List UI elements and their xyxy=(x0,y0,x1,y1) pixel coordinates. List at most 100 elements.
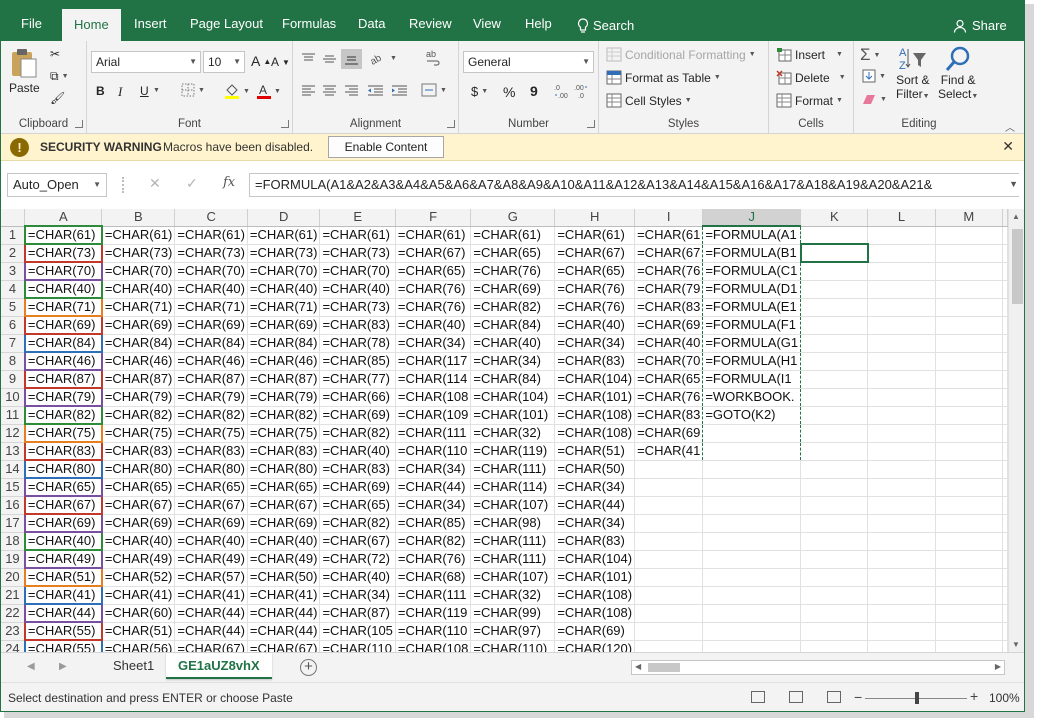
cell-extra[interactable] xyxy=(1002,298,1008,317)
cell-k11[interactable] xyxy=(800,406,869,425)
cell-b6[interactable]: =CHAR(69) xyxy=(101,316,176,335)
cell-c7[interactable]: =CHAR(84) xyxy=(174,334,248,353)
increase-indent-icon[interactable] xyxy=(391,85,408,97)
cell-k9[interactable] xyxy=(800,370,869,389)
delete-cells-button[interactable]: Delete ▼ xyxy=(776,70,846,85)
cell-h9[interactable]: =CHAR(104) xyxy=(554,370,636,389)
cell-k15[interactable] xyxy=(800,478,869,497)
cell-e21[interactable]: =CHAR(34) xyxy=(319,586,396,605)
tell-me-search[interactable]: Search xyxy=(577,11,634,41)
cell-h21[interactable]: =CHAR(108) xyxy=(554,586,636,605)
cell-j9[interactable]: =FORMULA(I1 xyxy=(702,370,802,389)
row-header[interactable]: 14 xyxy=(1,460,26,479)
cell-d24[interactable]: =CHAR(67) xyxy=(247,640,321,652)
scroll-up-icon[interactable]: ▲ xyxy=(1012,212,1020,221)
cell-m20[interactable] xyxy=(935,568,1004,587)
row-header[interactable]: 6 xyxy=(1,316,26,335)
cell-c13[interactable]: =CHAR(83) xyxy=(174,442,248,461)
cell-i1[interactable]: =CHAR(61 xyxy=(634,226,704,245)
cell-h4[interactable]: =CHAR(76) xyxy=(554,280,636,299)
cell-a14[interactable]: =CHAR(80) xyxy=(23,459,103,479)
cell-k13[interactable] xyxy=(800,442,869,461)
cell-c24[interactable]: =CHAR(67) xyxy=(174,640,248,652)
cell-e7[interactable]: =CHAR(78) xyxy=(319,334,396,353)
zoom-level[interactable]: 100% xyxy=(989,691,1020,705)
cell-g23[interactable]: =CHAR(97) xyxy=(470,622,556,641)
cell-l16[interactable] xyxy=(867,496,936,515)
cancel-icon[interactable]: ✕ xyxy=(149,175,161,192)
cell-c14[interactable]: =CHAR(80) xyxy=(174,460,248,479)
cell-d10[interactable]: =CHAR(79) xyxy=(247,388,321,407)
cell-m13[interactable] xyxy=(935,442,1004,461)
cell-c6[interactable]: =CHAR(69) xyxy=(174,316,248,335)
cell-extra[interactable] xyxy=(1002,622,1008,641)
horizontal-scroll-thumb[interactable] xyxy=(648,663,680,672)
close-icon[interactable]: ✕ xyxy=(1002,138,1014,155)
cell-l23[interactable] xyxy=(867,622,936,641)
cell-j1[interactable]: =FORMULA(A1 xyxy=(702,226,802,245)
cell-c16[interactable]: =CHAR(67) xyxy=(174,496,248,515)
cell-e2[interactable]: =CHAR(73) xyxy=(319,244,396,263)
cell-h12[interactable]: =CHAR(108) xyxy=(554,424,636,443)
cell-l22[interactable] xyxy=(867,604,936,623)
cell-m6[interactable] xyxy=(935,316,1004,335)
cell-g18[interactable]: =CHAR(111) xyxy=(470,532,556,551)
column-header-j[interactable]: J xyxy=(702,209,802,227)
autosum-icon[interactable]: Σ ▼ xyxy=(860,45,880,65)
cell-a10[interactable]: =CHAR(79) xyxy=(23,387,103,407)
cell-h19[interactable]: =CHAR(104) xyxy=(554,550,636,569)
cell-i14[interactable] xyxy=(634,460,704,479)
cell-a20[interactable]: =CHAR(51) xyxy=(23,567,103,587)
cell-c23[interactable]: =CHAR(44) xyxy=(174,622,248,641)
cell-f9[interactable]: =CHAR(114 xyxy=(395,370,472,389)
cell-f2[interactable]: =CHAR(67) xyxy=(395,244,472,263)
bold-button[interactable]: B xyxy=(96,84,105,98)
row-header[interactable]: 21 xyxy=(1,586,26,605)
normal-view-icon[interactable] xyxy=(751,691,765,703)
cell-k23[interactable] xyxy=(800,622,869,641)
cell-c8[interactable]: =CHAR(46) xyxy=(174,352,248,371)
page-layout-view-icon[interactable] xyxy=(789,691,803,703)
cell-j14[interactable] xyxy=(702,460,802,479)
sheet-next-icon[interactable]: ▶ xyxy=(59,661,67,672)
cell-c5[interactable]: =CHAR(71) xyxy=(174,298,248,317)
zoom-in-icon[interactable]: + xyxy=(970,688,978,704)
cell-e24[interactable]: =CHAR(110 xyxy=(319,640,396,652)
cell-a9[interactable]: =CHAR(87) xyxy=(23,369,103,389)
cell-c12[interactable]: =CHAR(75) xyxy=(174,424,248,443)
cell-e6[interactable]: =CHAR(83) xyxy=(319,316,396,335)
page-break-view-icon[interactable] xyxy=(827,691,841,703)
cell-a21[interactable]: =CHAR(41) xyxy=(23,585,103,605)
cell-c1[interactable]: =CHAR(61) xyxy=(174,226,248,245)
cell-i16[interactable] xyxy=(634,496,704,515)
cell-a4[interactable]: =CHAR(40) xyxy=(23,279,103,299)
cell-j20[interactable] xyxy=(702,568,802,587)
cell-e17[interactable]: =CHAR(82) xyxy=(319,514,396,533)
cell-extra[interactable] xyxy=(1002,514,1008,533)
cell-g16[interactable]: =CHAR(107) xyxy=(470,496,556,515)
cell-j12[interactable] xyxy=(702,424,802,443)
cell-i24[interactable] xyxy=(634,640,704,652)
cell-m3[interactable] xyxy=(935,262,1004,281)
column-header-h[interactable]: H xyxy=(554,209,636,227)
cell-j24[interactable] xyxy=(702,640,802,652)
cell-m19[interactable] xyxy=(935,550,1004,569)
cell-h2[interactable]: =CHAR(67) xyxy=(554,244,636,263)
cell-k22[interactable] xyxy=(800,604,869,623)
cell-k7[interactable] xyxy=(800,334,869,353)
cell-b9[interactable]: =CHAR(87) xyxy=(101,370,176,389)
cell-f7[interactable]: =CHAR(34) xyxy=(395,334,472,353)
align-right-icon[interactable] xyxy=(344,85,359,97)
row-header[interactable]: 2 xyxy=(1,244,26,263)
row-header[interactable]: 3 xyxy=(1,262,26,281)
cell-e18[interactable]: =CHAR(67) xyxy=(319,532,396,551)
cell-h3[interactable]: =CHAR(65) xyxy=(554,262,636,281)
cell-k3[interactable] xyxy=(800,262,869,281)
cell-a1[interactable]: =CHAR(61) xyxy=(23,225,103,245)
cell-d6[interactable]: =CHAR(69) xyxy=(247,316,321,335)
number-format-combo[interactable]: General ▼ xyxy=(463,51,594,73)
insert-cells-button[interactable]: Insert ▼ xyxy=(776,47,843,62)
cell-h5[interactable]: =CHAR(76) xyxy=(554,298,636,317)
zoom-out-icon[interactable]: − xyxy=(854,689,862,705)
cell-extra[interactable] xyxy=(1002,316,1008,335)
